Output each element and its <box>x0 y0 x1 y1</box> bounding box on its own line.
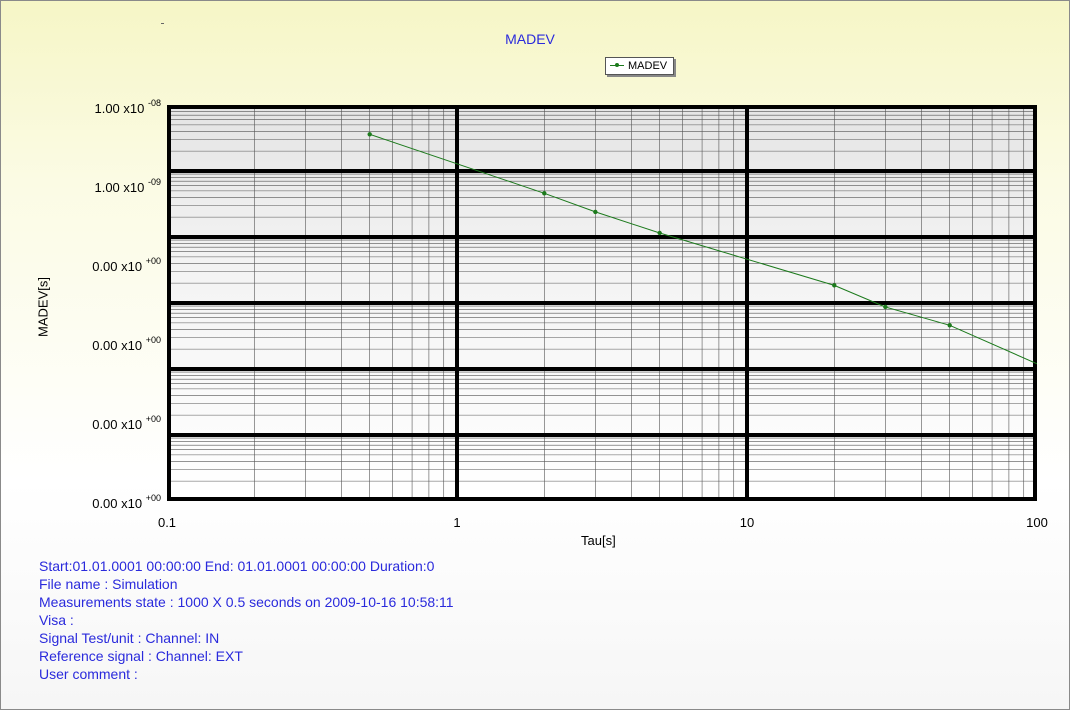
data-point <box>593 209 598 215</box>
y-tick-label: 1.00 x10 -09 <box>1 177 161 195</box>
y-tick-mantissa: 0.00 x10 <box>92 496 146 511</box>
y-axis-label: MADEV[s] <box>35 277 51 337</box>
x-tick-label: 1 <box>453 515 461 530</box>
y-tick-label: 0.00 x10 +00 <box>1 335 161 353</box>
y-tick-exponent: +00 <box>145 414 161 424</box>
data-point <box>367 132 372 137</box>
y-tick-mantissa: 1.00 x10 <box>94 180 148 195</box>
plot-area <box>167 105 1037 501</box>
data-point <box>832 283 837 288</box>
legend-label: MADEV <box>628 60 668 72</box>
x-tick-label: 10 <box>739 515 755 530</box>
measurement-info: Start:01.01.0001 00:00:00 End: 01.01.000… <box>39 557 454 683</box>
info-line: Reference signal : Channel: EXT <box>39 648 243 664</box>
info-line: Visa : <box>39 612 74 628</box>
x-axis-label: Tau[s] <box>581 533 616 548</box>
y-tick-exponent: +00 <box>145 335 161 345</box>
info-line: File name : Simulation <box>39 576 178 592</box>
title-mark <box>161 23 164 24</box>
y-tick-exponent: +00 <box>145 256 161 266</box>
plot-svg <box>167 105 1037 501</box>
info-line: Measurements state : 1000 X 0.5 seconds … <box>39 594 454 610</box>
info-line: Signal Test/unit : Channel: IN <box>39 630 220 646</box>
data-point <box>883 304 888 310</box>
y-tick-mantissa: 0.00 x10 <box>92 417 146 432</box>
chart-window: MADEV MADEV MADEV[s] 1.00 x10 -08 1.00 x1… <box>0 0 1070 710</box>
y-tick-label: 0.00 x10 +00 <box>1 414 161 432</box>
chart-title: MADEV <box>505 31 555 47</box>
data-point <box>657 230 662 236</box>
y-tick-mantissa: 0.00 x10 <box>92 338 146 353</box>
legend: MADEV <box>605 57 675 75</box>
y-tick-exponent: +00 <box>145 493 161 503</box>
y-tick-exponent: -08 <box>147 98 161 108</box>
y-tick-exponent: -09 <box>147 177 161 187</box>
y-tick-mantissa: 1.00 x10 <box>94 101 148 116</box>
y-tick-label: 0.00 x10 +00 <box>1 256 161 274</box>
x-tick-label: 0.1 <box>157 515 177 530</box>
x-tick-label: 100 <box>1026 515 1048 530</box>
y-tick-label: 1.00 x10 -08 <box>1 98 161 116</box>
info-line: User comment : <box>39 666 138 682</box>
y-tick-mantissa: 0.00 x10 <box>92 259 146 274</box>
data-point <box>947 323 952 328</box>
info-line: Start:01.01.0001 00:00:00 End: 01.01.000… <box>39 558 435 574</box>
legend-line-marker-icon <box>610 58 624 74</box>
y-tick-label: 0.00 x10 +00 <box>1 493 161 511</box>
data-point <box>542 191 547 196</box>
